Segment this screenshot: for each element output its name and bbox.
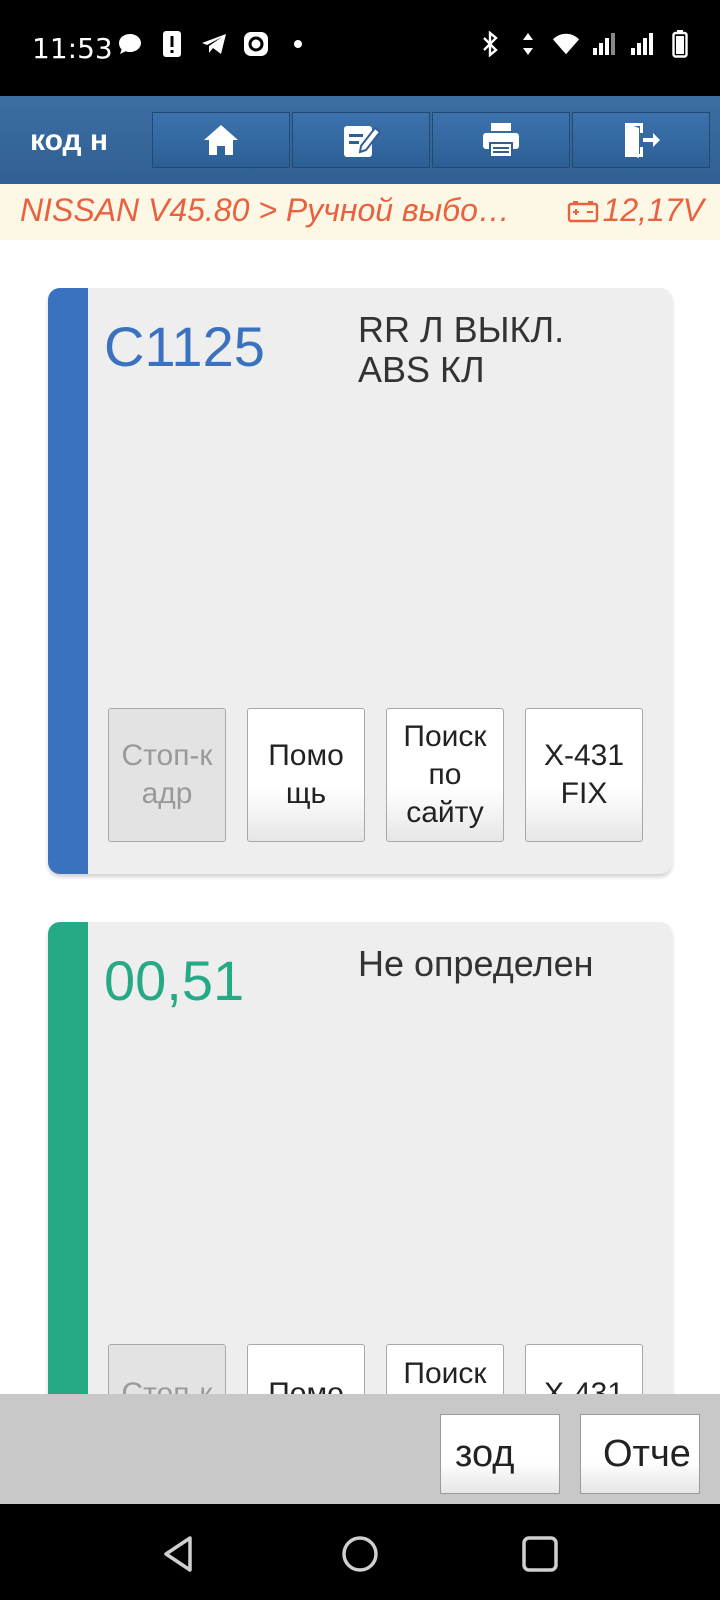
chat-icon bbox=[116, 30, 144, 58]
x431-fix-button[interactable]: X-431 FIX bbox=[525, 708, 643, 842]
exit-icon bbox=[625, 123, 660, 158]
fault-description-line1: Не определен bbox=[358, 943, 594, 984]
status-icons-left bbox=[116, 30, 312, 58]
bottom-action-bar: зод Отче bbox=[0, 1394, 720, 1504]
web-search-button[interactable]: Поиск по сайту bbox=[386, 708, 504, 842]
status-time: 11:53 bbox=[32, 32, 113, 65]
fault-code: 00,51 bbox=[104, 949, 245, 1012]
fault-code-card: C1125 RR Л ВЫКЛ. ABS КЛ Стоп-к адр Помо щь… bbox=[48, 288, 672, 874]
alert-icon bbox=[158, 30, 186, 58]
navigation-bar bbox=[0, 1504, 720, 1600]
fault-description-line2: ABS КЛ bbox=[358, 349, 485, 390]
input-button[interactable]: зод bbox=[440, 1414, 560, 1494]
button-label-line1: Помо bbox=[268, 739, 344, 772]
roaming-signal-icon bbox=[628, 30, 656, 58]
report-button-label: Отче bbox=[603, 1432, 691, 1475]
breadcrumb-path: NISSAN V45.80 > Ручной выбо… bbox=[20, 192, 510, 228]
button-label-line2: адр bbox=[141, 777, 193, 810]
button-label-line3: сайту bbox=[406, 796, 484, 829]
button-label-line2: FIX bbox=[560, 777, 608, 810]
telegram-icon bbox=[200, 30, 228, 58]
wifi-icon bbox=[552, 30, 580, 58]
button-label-line1: Стоп-к bbox=[121, 739, 213, 772]
freeze-frame-button[interactable]: Стоп-к адр bbox=[108, 708, 226, 842]
app-toolbar: код н bbox=[0, 96, 720, 184]
input-button-label: зод bbox=[455, 1432, 515, 1475]
app-title: код н bbox=[30, 124, 109, 157]
home-icon bbox=[204, 125, 238, 155]
button-label-line1: Поиск bbox=[403, 720, 487, 753]
edit-button[interactable] bbox=[292, 112, 430, 168]
status-icons-right bbox=[476, 30, 694, 58]
signal-icon bbox=[590, 30, 618, 58]
fault-description-line1: RR Л ВЫКЛ. bbox=[358, 309, 565, 350]
button-label-line1: X-431 bbox=[543, 739, 625, 772]
edit-icon bbox=[344, 126, 381, 157]
battery-voltage: 12,17V bbox=[567, 192, 704, 229]
fault-code: C1125 bbox=[104, 315, 265, 378]
battery-icon bbox=[666, 30, 694, 58]
home-circle-icon[interactable] bbox=[338, 1532, 382, 1576]
recents-icon[interactable] bbox=[518, 1532, 562, 1576]
button-label-line2: щь bbox=[285, 777, 327, 810]
voltage-value: 12,17V bbox=[602, 192, 704, 228]
report-button[interactable]: Отче bbox=[580, 1414, 700, 1494]
print-button[interactable] bbox=[432, 112, 570, 168]
print-icon bbox=[483, 123, 519, 158]
breadcrumb: NISSAN V45.80 > Ручной выбо… 12,17V bbox=[0, 184, 720, 240]
fault-description: RR Л ВЫКЛ. ABS КЛ bbox=[358, 310, 658, 390]
home-button[interactable] bbox=[152, 112, 290, 168]
app-icon bbox=[242, 30, 270, 58]
data-arrows-icon bbox=[514, 30, 542, 58]
button-label-line2: по bbox=[428, 758, 462, 791]
dot-icon bbox=[284, 30, 312, 58]
button-label-line1: Поиск bbox=[403, 1357, 487, 1390]
exit-button[interactable] bbox=[572, 112, 710, 168]
status-bar: 11:53 bbox=[0, 0, 720, 96]
bluetooth-icon bbox=[476, 30, 504, 58]
fault-description: Не определен bbox=[358, 944, 658, 984]
car-battery-icon bbox=[567, 200, 598, 222]
card-accent-bar bbox=[48, 288, 88, 874]
back-icon[interactable] bbox=[158, 1532, 202, 1576]
help-button[interactable]: Помо щь bbox=[247, 708, 365, 842]
